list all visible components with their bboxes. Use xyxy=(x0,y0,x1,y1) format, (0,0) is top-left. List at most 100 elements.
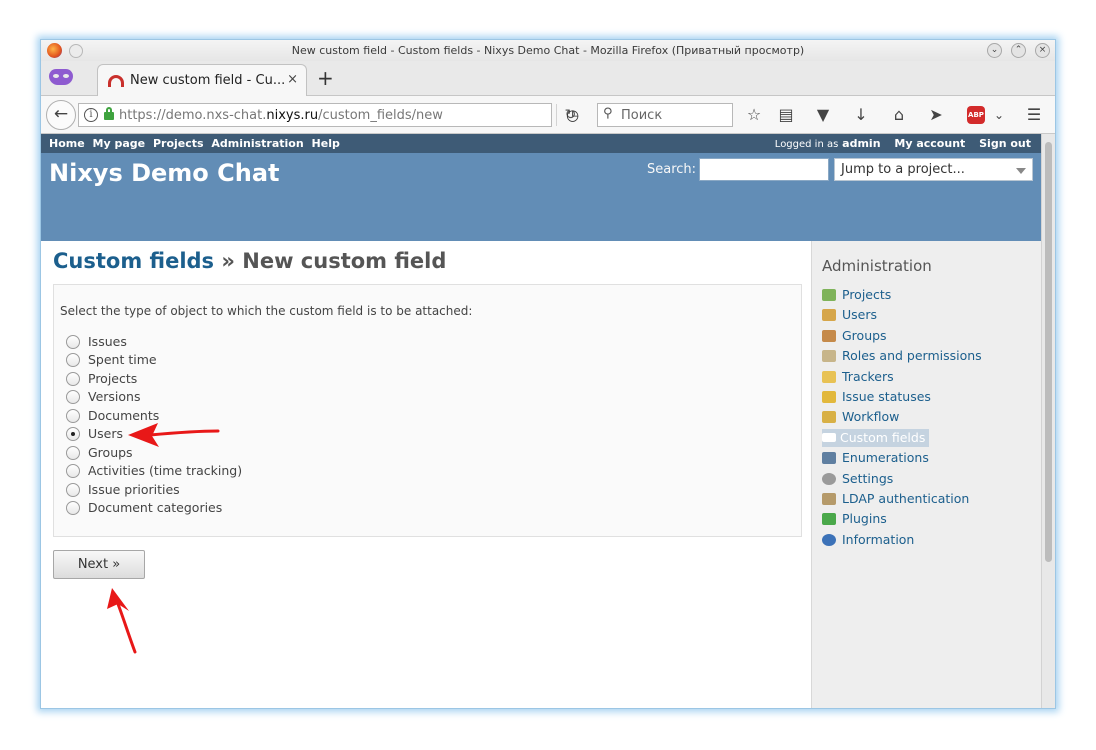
type-intro-text: Select the type of object to which the c… xyxy=(60,304,473,318)
roles-icon xyxy=(822,350,836,362)
pocket-icon[interactable]: ▼ xyxy=(813,105,833,125)
send-icon[interactable]: ➤ xyxy=(926,105,946,125)
breadcrumb-separator: » xyxy=(214,249,243,273)
option-label: Document categories xyxy=(88,500,223,515)
group-icon xyxy=(822,330,836,342)
site-header: Nixys Demo Chat Search: Jump to a projec… xyxy=(41,153,1041,241)
site-search-input[interactable] xyxy=(699,158,829,181)
reading-list-icon[interactable]: ▤ xyxy=(776,105,796,125)
url-host: nixys.ru xyxy=(266,108,319,123)
close-window-button[interactable]: × xyxy=(1035,43,1050,58)
sidebar-item-label: Workflow xyxy=(842,409,900,424)
plugins-icon xyxy=(822,513,836,525)
jump-to-project-value: Jump to a project... xyxy=(841,162,965,177)
option-label: Issues xyxy=(88,334,127,349)
search-label: Search: xyxy=(647,162,697,177)
settings-icon xyxy=(822,473,836,485)
logged-in-user[interactable]: admin xyxy=(842,137,880,150)
history-clock-icon[interactable]: ◷ xyxy=(566,106,579,124)
top-menu-projects[interactable]: Projects xyxy=(153,137,204,150)
option-label: Documents xyxy=(88,408,160,423)
sidebar-item-label: Projects xyxy=(842,287,892,302)
radio-versions[interactable] xyxy=(66,390,80,404)
radio-activities[interactable] xyxy=(66,464,80,478)
option-label: Versions xyxy=(88,389,141,404)
sidebar-item-label: Issue statuses xyxy=(842,389,931,404)
tab-close-icon[interactable]: × xyxy=(287,72,298,87)
top-menu-help[interactable]: Help xyxy=(312,137,340,150)
option-label: Issue priorities xyxy=(88,482,180,497)
bookmark-star-icon[interactable]: ☆ xyxy=(744,105,764,125)
next-button[interactable]: Next » xyxy=(53,550,145,579)
radio-users[interactable] xyxy=(66,427,80,441)
radio-projects[interactable] xyxy=(66,372,80,386)
sign-out-link[interactable]: Sign out xyxy=(979,137,1031,150)
new-tab-button[interactable]: + xyxy=(317,66,334,90)
sidebar-item-custom-fields[interactable]: Custom fields xyxy=(822,429,929,447)
sidebar-item-label: Users xyxy=(842,307,878,322)
site-title[interactable]: Nixys Demo Chat xyxy=(49,159,280,187)
chevron-down-icon[interactable]: ⌄ xyxy=(989,105,1009,125)
private-browsing-mask-icon xyxy=(49,69,73,85)
ldap-icon xyxy=(822,493,836,505)
option-label: Activities (time tracking) xyxy=(88,463,243,478)
scrollbar-thumb[interactable] xyxy=(1045,142,1052,562)
issue-statuses-icon xyxy=(822,391,836,403)
sidebar-title: Administration xyxy=(822,257,932,275)
my-account-link[interactable]: My account xyxy=(894,137,965,150)
search-icon: ⚲ xyxy=(603,106,613,121)
option-label: Users xyxy=(88,426,124,441)
url-path: /custom_fields/new xyxy=(318,108,443,123)
user-icon xyxy=(822,309,836,321)
page-scrollbar[interactable] xyxy=(1041,134,1055,708)
home-icon[interactable]: ⌂ xyxy=(889,105,909,125)
back-button[interactable]: ← xyxy=(46,100,76,130)
option-label: Spent time xyxy=(88,352,157,367)
jump-to-project-select[interactable]: Jump to a project... xyxy=(834,158,1033,181)
tab-strip: New custom field - Cu... × + xyxy=(41,61,1055,97)
top-menu-right: Logged in as admin My account Sign out xyxy=(775,137,1031,150)
radio-document-categories[interactable] xyxy=(66,501,80,515)
radio-issue-priorities[interactable] xyxy=(66,483,80,497)
window-title: New custom field - Custom fields - Nixys… xyxy=(291,44,805,57)
dropdown-arrow-icon xyxy=(1016,168,1026,174)
adblock-icon[interactable]: ABP xyxy=(967,106,985,124)
maximize-button[interactable]: ⌃ xyxy=(1011,43,1026,58)
browser-search-input[interactable]: ⚲ Поиск xyxy=(597,103,733,127)
url-bar[interactable]: i https://demo.nxs-chat.nixys.ru/custom_… xyxy=(78,103,576,127)
radio-documents[interactable] xyxy=(66,409,80,423)
logged-in-label: Logged in as xyxy=(774,139,839,150)
search-placeholder: Поиск xyxy=(621,108,663,123)
top-menu-home[interactable]: Home xyxy=(49,137,85,150)
browser-window: New custom field - Custom fields - Nixys… xyxy=(40,39,1056,709)
radio-issues[interactable] xyxy=(66,335,80,349)
option-label: Groups xyxy=(88,445,133,460)
info-icon[interactable]: i xyxy=(84,108,98,122)
sidebar-item-label: Plugins xyxy=(842,511,887,526)
trackers-icon xyxy=(822,371,836,383)
url-text[interactable]: https://demo.nxs-chat.nixys.ru/custom_fi… xyxy=(119,108,443,123)
option-label: Projects xyxy=(88,371,138,386)
sidebar-item-label: Enumerations xyxy=(842,450,929,465)
lock-icon xyxy=(104,107,114,120)
sidebar-item-label: LDAP authentication xyxy=(842,491,970,506)
top-menu: Home My page Projects Administration Hel… xyxy=(41,134,1041,153)
projects-icon xyxy=(822,289,836,301)
hamburger-menu-icon[interactable]: ☰ xyxy=(1024,105,1044,125)
tab-active[interactable]: New custom field - Cu... × xyxy=(97,64,307,97)
custom-field-type-box: Select the type of object to which the c… xyxy=(53,284,802,537)
radio-spent-time[interactable] xyxy=(66,353,80,367)
top-menu-my-page[interactable]: My page xyxy=(93,137,146,150)
sidebar-item-label: Roles and permissions xyxy=(842,348,982,363)
sidebar-item-label: Settings xyxy=(842,471,894,486)
top-menu-administration[interactable]: Administration xyxy=(211,137,303,150)
sidebar-item-label: Trackers xyxy=(842,369,894,384)
radio-groups[interactable] xyxy=(66,446,80,460)
workflow-icon xyxy=(822,411,836,423)
breadcrumb-custom-fields[interactable]: Custom fields xyxy=(53,249,214,273)
downloads-icon[interactable]: ↓ xyxy=(851,105,871,125)
sidebar-item-label: Information xyxy=(842,532,915,547)
minimize-button[interactable]: ⌄ xyxy=(987,43,1002,58)
main-content: Custom fields » New custom field Select … xyxy=(41,241,811,708)
sidebar-item-label: Groups xyxy=(842,328,887,343)
